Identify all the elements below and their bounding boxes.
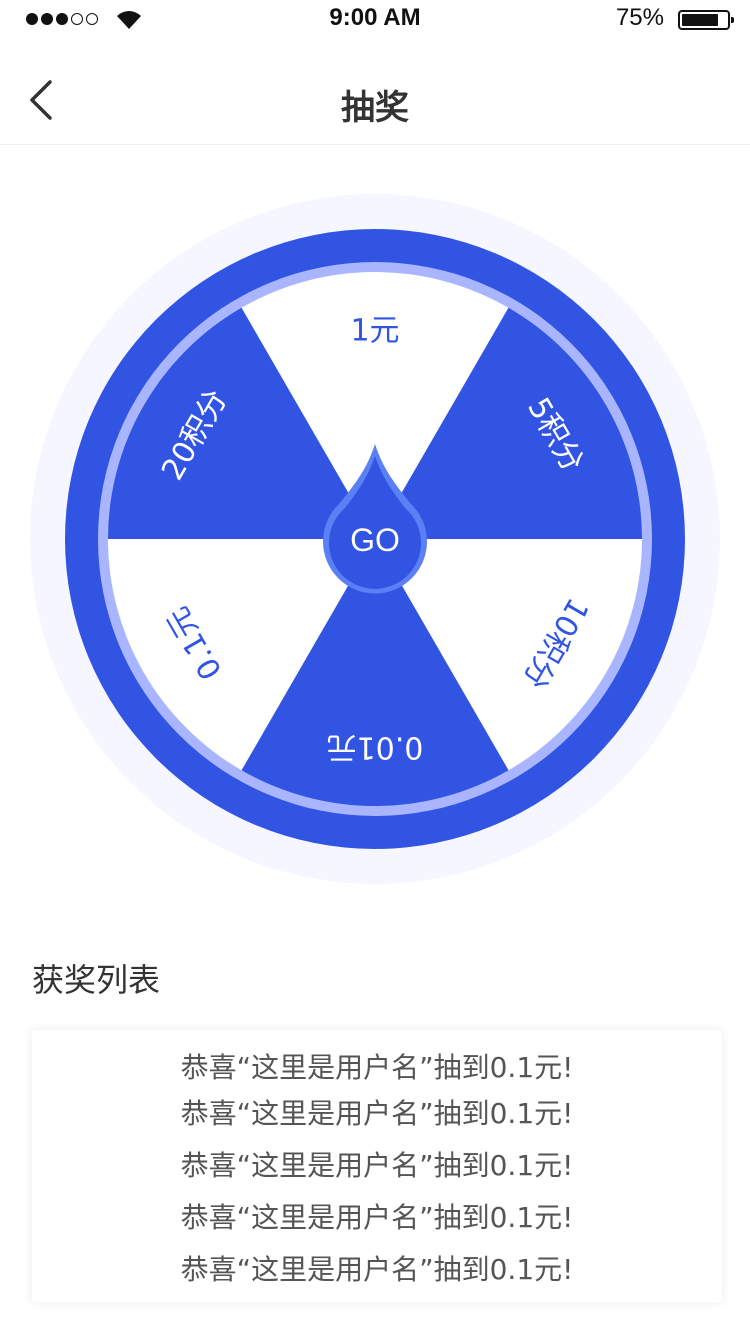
- battery-percentage: 75%: [615, 4, 664, 31]
- winner-item: 恭喜“这里是用户名”抽到0.1元!: [180, 1051, 574, 1084]
- status-bar: 9:00 AM 75%: [0, 0, 750, 40]
- winners-list: 恭喜“这里是用户名”抽到0.1元! 恭喜“这里是用户名”抽到0.1元! 恭喜“这…: [32, 1030, 722, 1302]
- wheel-segment-label: 0.01元: [327, 730, 424, 765]
- winner-item: 恭喜“这里是用户名”抽到0.1元!: [180, 1201, 574, 1234]
- winner-item: 恭喜“这里是用户名”抽到0.1元!: [180, 1149, 574, 1182]
- battery-icon: [678, 10, 734, 30]
- page-title: 抽奖: [341, 88, 409, 128]
- go-label: GO: [350, 522, 400, 558]
- winner-item: 恭喜“这里是用户名”抽到0.1元!: [180, 1253, 574, 1286]
- navigation-bar: 抽奖: [0, 40, 750, 145]
- winners-section-title: 获奖列表: [32, 961, 161, 999]
- lottery-page: 9:00 AM 75% 抽奖 1元 5积分 10积分 0.01元 0.1元 20积分 GO…: [0, 0, 750, 1334]
- winner-item: 恭喜“这里是用户名”抽到0.1元!: [180, 1097, 574, 1130]
- wheel-segment-label: 1元: [350, 314, 399, 349]
- prize-wheel[interactable]: 1元5积分10积分0.01元0.1元20积分 GO: [30, 194, 720, 884]
